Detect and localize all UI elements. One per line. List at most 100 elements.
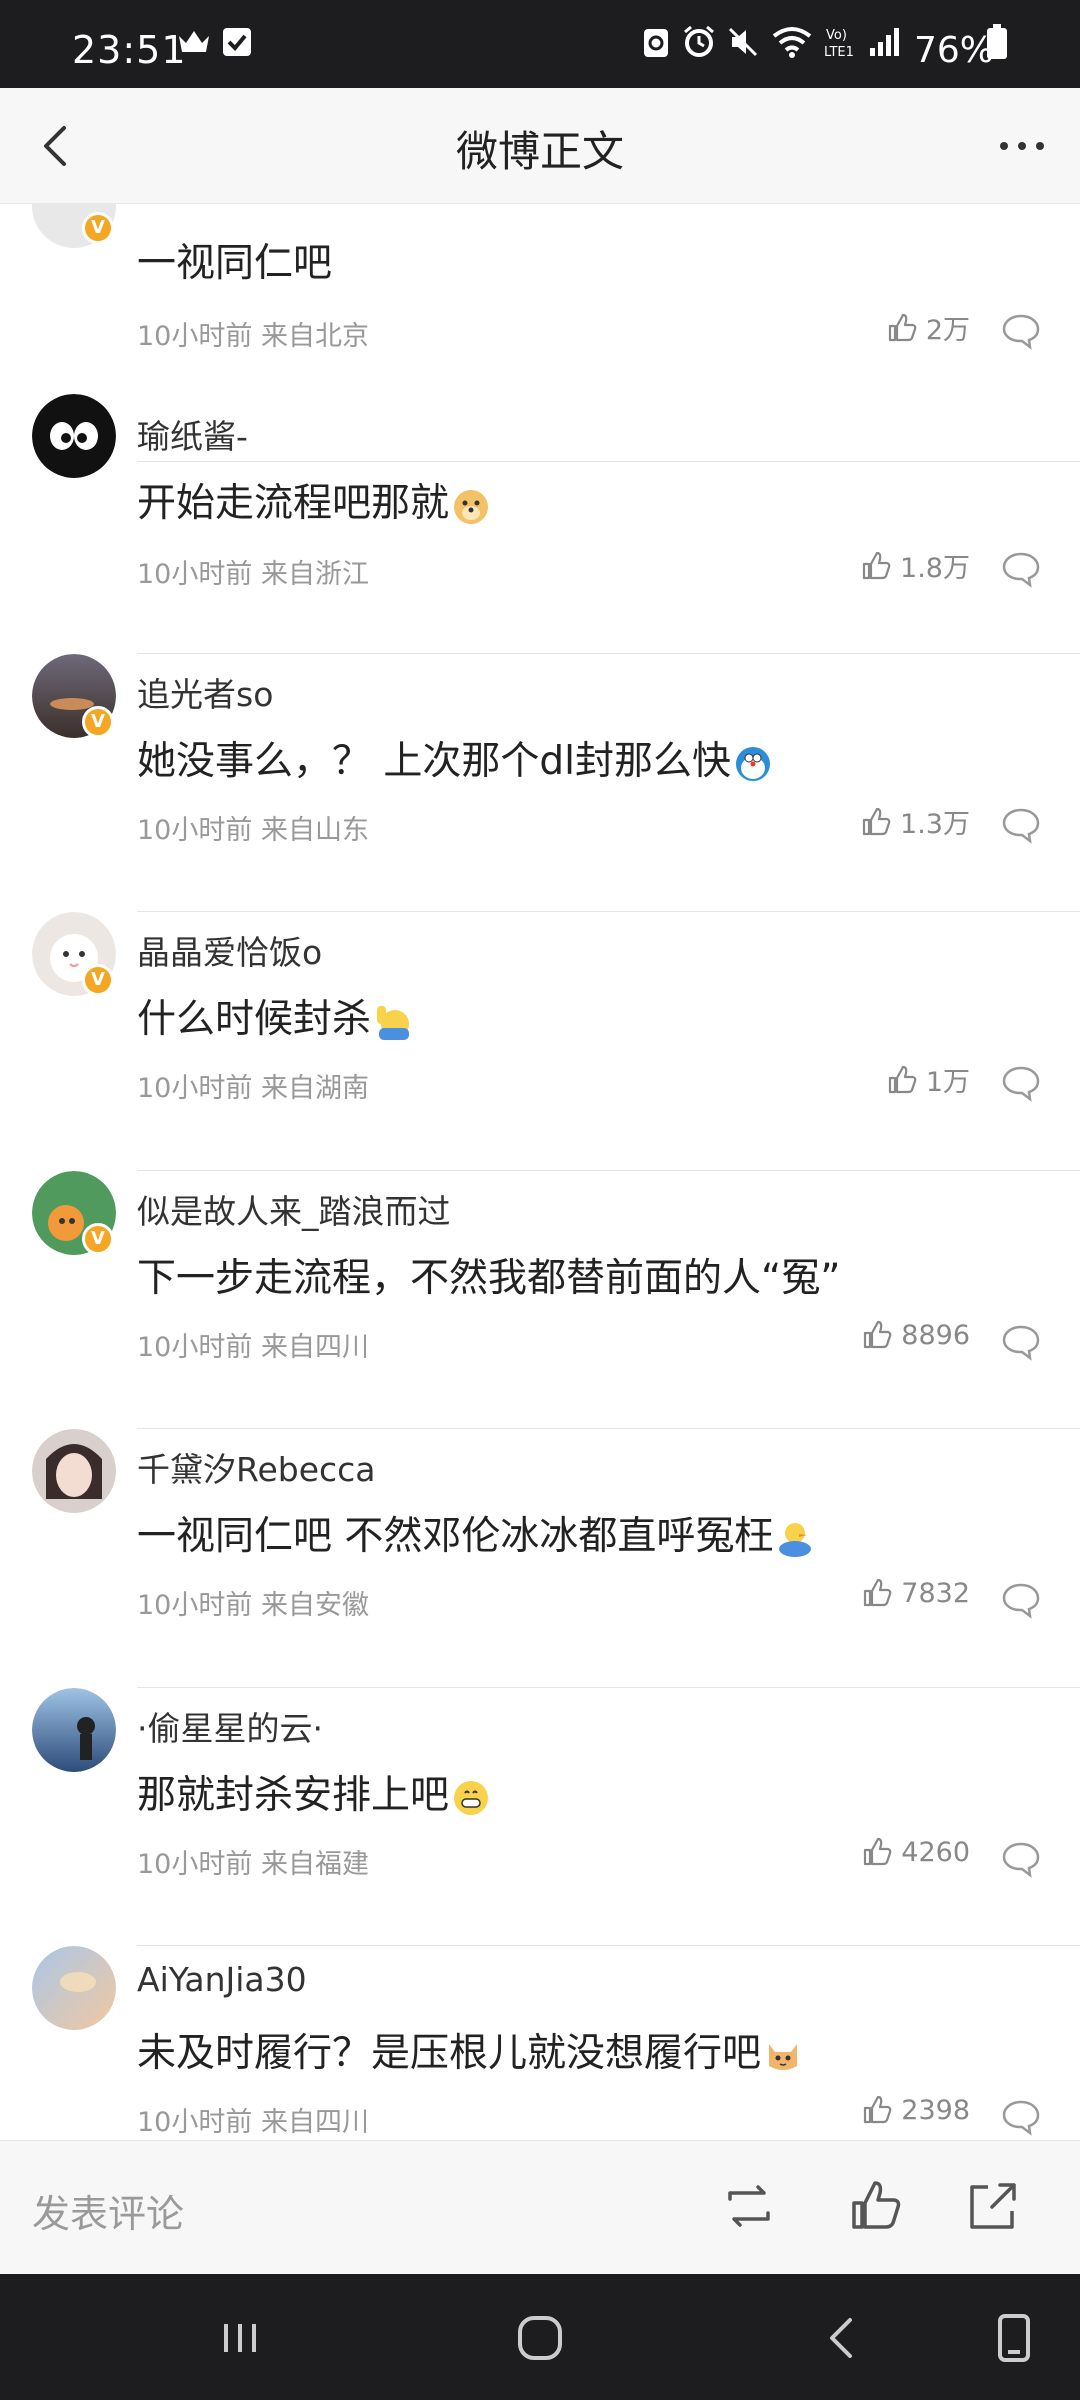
check-box-icon xyxy=(223,28,251,56)
like-button[interactable]: 8896 xyxy=(861,1319,970,1351)
reply-icon[interactable] xyxy=(1000,1062,1042,1104)
status-bar: 23:51 Vo) LTE1 76% xyxy=(0,0,1080,88)
verified-badge: V xyxy=(82,1223,114,1255)
avatar[interactable] xyxy=(32,1688,116,1772)
reply-icon[interactable] xyxy=(1000,310,1042,352)
like-count: 1.3万 xyxy=(900,809,970,840)
username[interactable]: AiYanJia30 xyxy=(137,1960,307,1999)
thumbs-up-icon xyxy=(862,807,891,835)
comment-meta: 10小时前 来自四川 xyxy=(137,1332,369,1363)
keyboard-icon[interactable] xyxy=(984,2308,1044,2368)
comment-text: 什么时候封杀 xyxy=(137,988,413,1044)
avatar[interactable] xyxy=(32,394,116,478)
username[interactable]: ·偷星星的云· xyxy=(137,1702,323,1750)
status-time: 23:51 xyxy=(72,28,187,72)
wifi-icon xyxy=(772,27,812,58)
comment-meta: 10小时前 来自北京 xyxy=(137,321,369,352)
comment-item[interactable]: AiYanJia30 未及时履行？是压根儿就没想履行吧 10小时前 来自四川 2… xyxy=(0,1946,1080,2140)
comment-text: 她没事么，？ 上次那个dl封那么快 xyxy=(137,730,773,786)
username[interactable]: 瑜纸酱- xyxy=(137,410,248,458)
comment-item[interactable]: ·偷星星的云· 那就封杀安排上吧 10小时前 来自福建 4260 xyxy=(0,1688,1080,1946)
like-count: 1万 xyxy=(925,1067,970,1098)
verified-badge: V xyxy=(82,964,114,996)
signal-icon xyxy=(870,28,899,56)
avatar[interactable] xyxy=(32,1946,116,2030)
volte-icon: Vo) LTE1 xyxy=(824,28,854,60)
comment-meta: 10小时前 来自浙江 xyxy=(137,559,369,590)
comment-item[interactable]: 千黛汐Rebecca 一视同仁吧 不然邓伦冰冰都直呼冤枉 10小时前 来自安徽 … xyxy=(0,1429,1080,1688)
like-count: 4260 xyxy=(901,1836,970,1868)
comment-item[interactable]: V 晶晶爱恰饭o 什么时候封杀 10小时前 来自湖南 1万 xyxy=(0,912,1080,1171)
svg-text:LTE1: LTE1 xyxy=(824,45,854,60)
reply-icon[interactable] xyxy=(1000,2096,1042,2138)
comment-meta: 10小时前 来自山东 xyxy=(137,815,369,846)
duck-emoji xyxy=(779,1522,812,1557)
like-count: 1.8万 xyxy=(900,553,970,584)
like-button[interactable]: 1万 xyxy=(886,1060,970,1099)
like-icon[interactable] xyxy=(846,2175,908,2237)
comment-input-bar: 发表评论 xyxy=(0,2140,1080,2274)
thumbs-up-icon xyxy=(888,313,917,341)
avatar[interactable] xyxy=(32,1429,116,1513)
comment-meta: 10小时前 来自湖南 xyxy=(137,1073,369,1104)
share-icon[interactable] xyxy=(962,2175,1024,2237)
comment-text: 那就封杀安排上吧 xyxy=(137,1764,491,1820)
like-button[interactable]: 2万 xyxy=(886,308,970,347)
like-count: 2398 xyxy=(901,2094,970,2126)
thumbs-up-icon xyxy=(864,1837,892,1866)
thumbs-up-icon xyxy=(864,1320,892,1349)
page-title: 微博正文 xyxy=(455,127,624,176)
comment-item[interactable]: V 似是故人来_踏浪而过 下一步走流程，不然我都替前面的人“冤” 10小时前 来… xyxy=(0,1171,1080,1429)
thumbs-up-icon xyxy=(888,1065,917,1093)
username[interactable]: 晶晶爱恰饭o xyxy=(137,926,322,974)
like-button[interactable]: 1.3万 xyxy=(860,802,970,841)
grin-emoji xyxy=(454,1780,489,1815)
like-count: 8896 xyxy=(901,1319,970,1351)
username[interactable]: 千黛汐Rebecca xyxy=(137,1443,376,1491)
alarm-icon xyxy=(684,25,714,57)
comment-input[interactable]: 发表评论 xyxy=(32,2183,184,2238)
like-button[interactable]: 7832 xyxy=(861,1577,970,1609)
recents-icon[interactable] xyxy=(210,2308,270,2368)
comment-text: 未及时履行？是压根儿就没想履行吧 xyxy=(137,2022,803,2078)
like-button[interactable]: 4260 xyxy=(861,1836,970,1868)
doraemon-emoji xyxy=(736,746,770,781)
top-nav-bar: 微博正文 xyxy=(0,88,1080,204)
thumbs-up-icon xyxy=(862,551,891,579)
reply-icon[interactable] xyxy=(1000,1321,1042,1363)
comment-meta: 10小时前 来自安徽 xyxy=(137,1590,369,1621)
username[interactable]: 似是故人来_踏浪而过 xyxy=(137,1185,451,1233)
mute-icon xyxy=(728,27,758,57)
like-button[interactable]: 1.8万 xyxy=(860,546,970,585)
reply-icon[interactable] xyxy=(1000,548,1042,590)
reply-icon[interactable] xyxy=(1000,804,1042,846)
battery-percent: 76% xyxy=(914,30,995,71)
comment-list[interactable]: V 一视同仁吧 10小时前 来自北京 2万 瑜纸酱- 开始走流程吧那就 10小时… xyxy=(0,204,1080,2140)
reply-icon[interactable] xyxy=(1000,1579,1042,1621)
comment-item[interactable]: 瑜纸酱- 开始走流程吧那就 10小时前 来自浙江 1.8万 xyxy=(0,394,1080,654)
reply-icon[interactable] xyxy=(1000,1838,1042,1880)
system-nav-bar xyxy=(0,2274,1080,2400)
back-icon[interactable] xyxy=(812,2308,872,2368)
comment-text: 一视同仁吧 xyxy=(137,241,333,286)
verified-badge: V xyxy=(82,212,114,244)
comment-meta: 10小时前 来自福建 xyxy=(137,1849,369,1880)
doge-emoji xyxy=(454,489,489,524)
svg-text:Vo): Vo) xyxy=(826,28,847,43)
thumbs-up-icon xyxy=(864,1578,892,1607)
repost-icon[interactable] xyxy=(718,2175,780,2237)
verified-badge: V xyxy=(82,706,114,738)
username[interactable]: 追光者so xyxy=(137,668,273,716)
like-count: 2万 xyxy=(925,315,970,346)
comment-text: 一视同仁吧 不然邓伦冰冰都直呼冤枉 xyxy=(137,1505,815,1561)
comment-meta: 10小时前 来自四川 xyxy=(137,2107,369,2138)
more-dots-icon[interactable] xyxy=(992,116,1052,176)
comment-item[interactable]: V 追光者so 她没事么，？ 上次那个dl封那么快 10小时前 来自山东 1.3… xyxy=(0,654,1080,912)
recycle-icon xyxy=(644,29,668,57)
battery-icon xyxy=(987,24,1007,59)
home-icon[interactable] xyxy=(510,2308,570,2368)
like-button[interactable]: 2398 xyxy=(861,2094,970,2126)
crown-icon xyxy=(179,31,209,52)
comment-text: 下一步走流程，不然我都替前面的人“冤” xyxy=(137,1256,841,1301)
like-count: 7832 xyxy=(901,1577,970,1609)
